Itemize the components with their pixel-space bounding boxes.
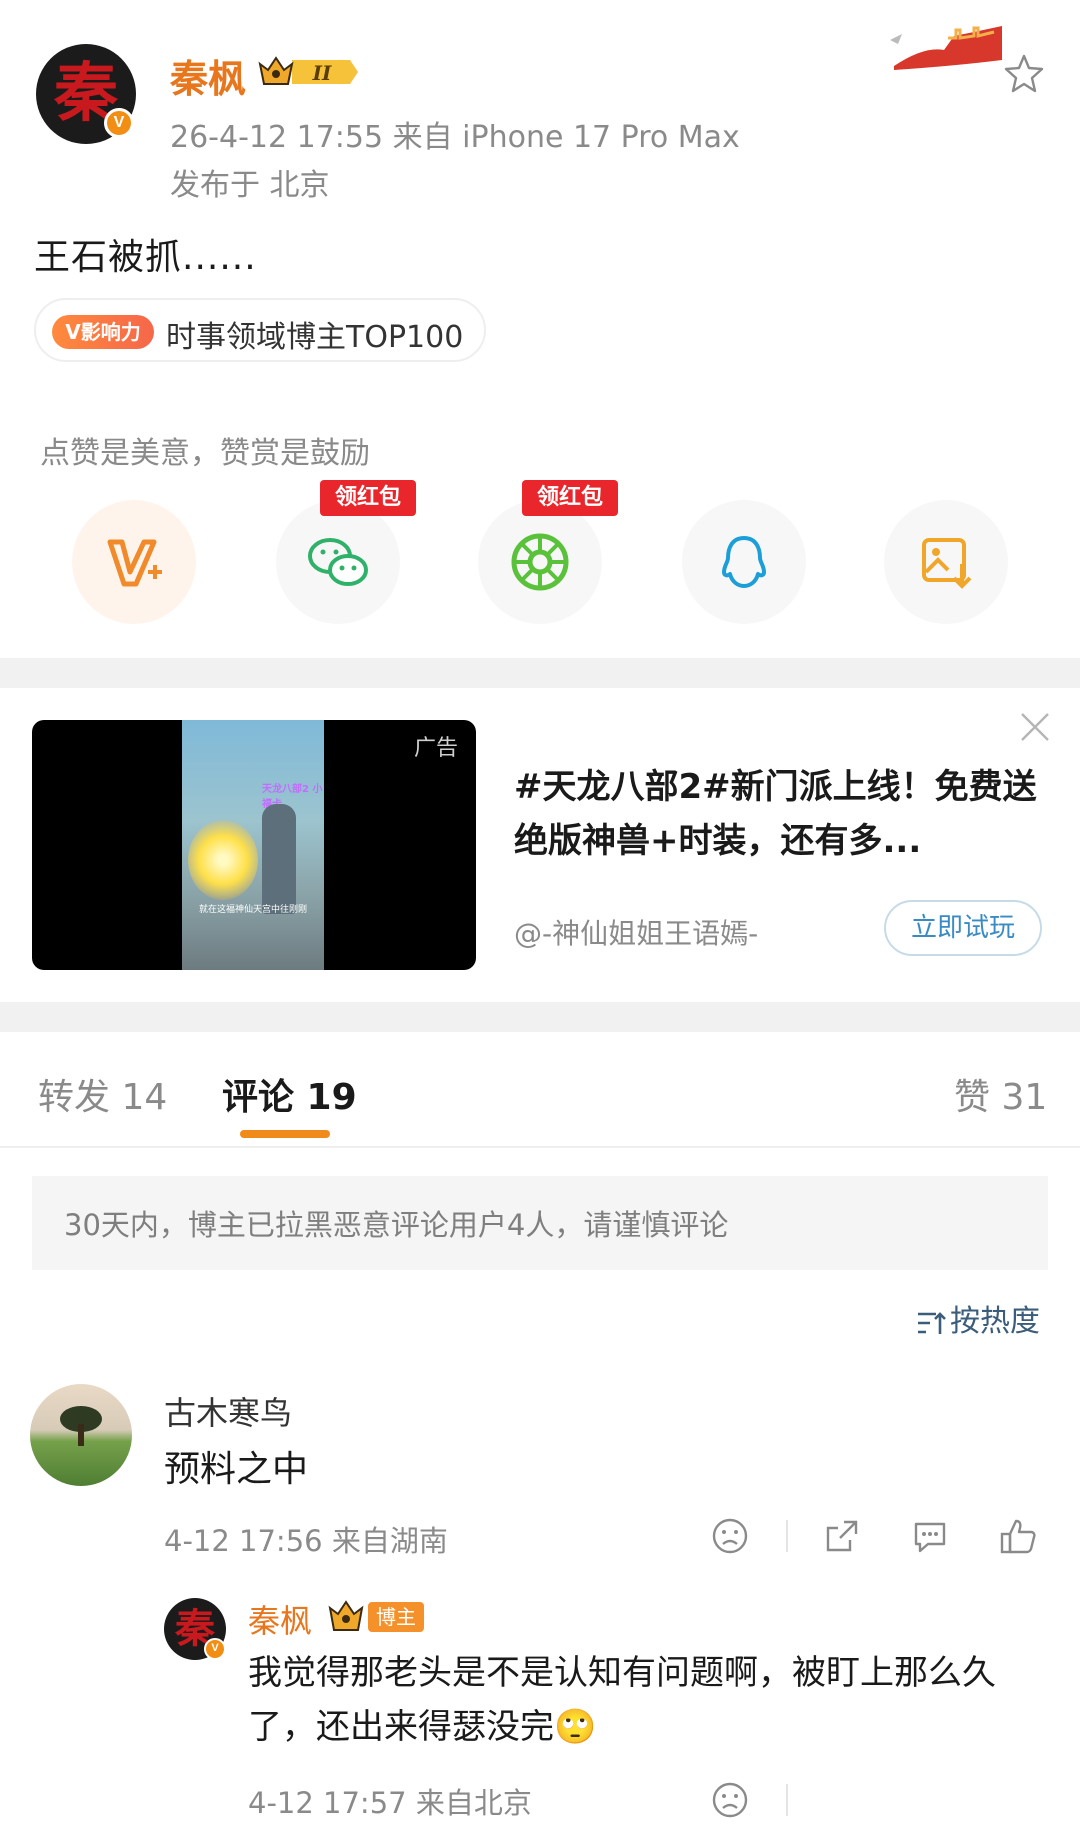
section-gap bbox=[0, 1002, 1080, 1032]
moments-icon bbox=[511, 533, 569, 591]
svg-text:II: II bbox=[312, 61, 332, 85]
repost-icon[interactable] bbox=[822, 1516, 862, 1556]
dislike-face-icon[interactable] bbox=[710, 1516, 750, 1556]
comment-notice-text: 30天内，博主已拉黑恶意评论用户4人，请谨慎评论 bbox=[64, 1208, 729, 1242]
action-divider bbox=[786, 1520, 788, 1552]
comment-notice: 30天内，博主已拉黑恶意评论用户4人，请谨慎评论 bbox=[32, 1176, 1048, 1270]
post-time-source: 26-4-12 17:55 来自 iPhone 17 Pro Max bbox=[170, 120, 740, 155]
wechat-icon bbox=[308, 538, 368, 586]
fire-effect-icon bbox=[188, 820, 258, 900]
influence-text: 时事领域博主TOP100 bbox=[166, 320, 464, 355]
close-ad-icon[interactable] bbox=[1018, 710, 1052, 744]
share-moments-button[interactable]: 领红包 bbox=[478, 480, 618, 624]
reward-tip: 点赞是美意，赞赏是鼓励 bbox=[40, 436, 370, 471]
sort-label: 按热度 bbox=[950, 1304, 1040, 1339]
reply-meta: 4-12 17:57 来自北京 bbox=[248, 1786, 532, 1820]
post-content: 王石被抓...... bbox=[34, 237, 257, 278]
game-character-icon bbox=[262, 804, 296, 914]
comment-text: 预料之中 bbox=[164, 1449, 309, 1490]
influence-tag: V影响力 bbox=[52, 315, 154, 349]
reply-author-name[interactable]: 秦枫 bbox=[248, 1596, 312, 1642]
share-qq-button[interactable] bbox=[682, 500, 806, 624]
great-wall-decoration-icon bbox=[890, 26, 1002, 70]
ad-author[interactable]: @-神仙姐姐王语嫣- bbox=[514, 912, 758, 952]
author-name[interactable]: 秦枫 bbox=[170, 48, 246, 103]
section-gap bbox=[0, 658, 1080, 688]
blogger-tag: 博主 bbox=[368, 1602, 424, 1632]
divider bbox=[0, 1146, 1080, 1148]
favorite-star-icon[interactable] bbox=[1002, 52, 1046, 96]
verified-badge-icon: V bbox=[204, 1638, 226, 1660]
save-image-icon bbox=[922, 538, 972, 589]
tab-comment[interactable]: 评论 19 bbox=[222, 1068, 357, 1120]
save-image-button[interactable] bbox=[884, 500, 1008, 624]
crown-level-badge-icon[interactable]: II bbox=[258, 54, 358, 90]
tree-trunk bbox=[78, 1424, 84, 1446]
comment-meta: 4-12 17:56 来自湖南 bbox=[164, 1524, 448, 1558]
ad-try-button[interactable]: 立即试玩 bbox=[884, 900, 1042, 956]
post-location: 发布于 北京 bbox=[170, 168, 330, 203]
ad-title[interactable]: #天龙八部2#新门派上线！免费送绝版神兽+时装，还有多... bbox=[514, 760, 1044, 868]
tab-like[interactable]: 赞 31 bbox=[954, 1068, 1047, 1120]
reward-vplus-button[interactable] bbox=[72, 500, 196, 624]
vplus-icon bbox=[107, 539, 162, 587]
ad-video-thumbnail[interactable]: 天龙八部2 小福卡 就在这福神仙天宫中往刚刚 广告 bbox=[32, 720, 476, 970]
commenter-name[interactable]: 古木寒鸟 bbox=[164, 1388, 292, 1434]
sort-icon bbox=[918, 1311, 946, 1334]
reply-text: 我觉得那老头是不是认知有问题啊，被盯上那么久了，还出来得瑟没完🙄 bbox=[248, 1653, 996, 1747]
sort-by-heat-button[interactable]: 按热度 bbox=[916, 1296, 1040, 1340]
share-wechat-button[interactable]: 领红包 bbox=[276, 480, 416, 624]
reply-comment-icon[interactable] bbox=[910, 1516, 950, 1556]
qq-icon bbox=[722, 536, 766, 588]
ad-label: 广告 bbox=[413, 736, 458, 761]
hongbao-badge: 领红包 bbox=[522, 480, 618, 516]
dislike-face-icon[interactable] bbox=[710, 1780, 750, 1820]
ad-video-frame: 天龙八部2 小福卡 就在这福神仙天宫中往刚刚 bbox=[182, 720, 324, 970]
like-thumb-icon[interactable] bbox=[998, 1516, 1038, 1556]
ad-video-subtitle: 就在这福神仙天宫中往刚刚 bbox=[198, 905, 307, 915]
tab-active-underline bbox=[240, 1130, 330, 1138]
commenter-avatar[interactable] bbox=[30, 1384, 132, 1486]
influence-pill[interactable]: V影响力 时事领域博主TOP100 bbox=[34, 298, 486, 362]
verified-badge-icon: V bbox=[104, 108, 134, 138]
tab-repost[interactable]: 转发 14 bbox=[38, 1068, 167, 1120]
action-divider bbox=[786, 1784, 788, 1816]
hongbao-badge: 领红包 bbox=[320, 480, 416, 516]
